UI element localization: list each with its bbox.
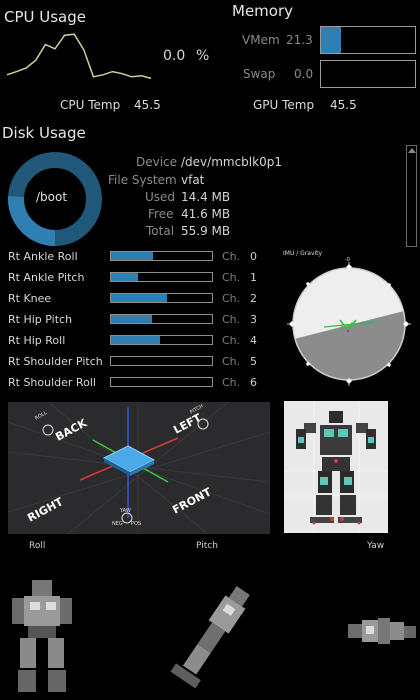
joint-ch-number: 3	[250, 313, 257, 326]
roll-caption: Roll	[29, 541, 46, 551]
joint-name: Rt Ankle Pitch	[8, 271, 85, 284]
roll-marker-label: ROLL	[34, 410, 48, 422]
disk-total-value: 55.9 MB	[181, 224, 231, 238]
imu-gravity-gauge	[287, 262, 411, 386]
disk-device-value: /dev/mmcblk0p1	[181, 155, 282, 169]
yaw-neg-label: NEG	[112, 521, 123, 527]
imu-top-tick: -0	[345, 257, 350, 263]
robot-roll-view	[12, 580, 72, 692]
joint-ch-label: Ch.	[222, 250, 241, 263]
disk-free-label: Free	[148, 207, 174, 221]
direction-back-label: BACK	[53, 416, 89, 443]
joint-ch-label: Ch.	[222, 313, 241, 326]
disk-fs-label: File System	[108, 173, 177, 187]
joint-bar	[110, 293, 213, 303]
disk-title: Disk Usage	[2, 124, 86, 142]
cpu-history-graph	[6, 33, 152, 80]
roll-rotate-icon	[42, 424, 54, 436]
swap-value: 0.0	[294, 67, 314, 81]
joint-bar	[110, 377, 213, 387]
joint-name: Rt Shoulder Roll	[8, 376, 96, 389]
yaw-rotate-icon	[121, 512, 133, 524]
joint-ch-label: Ch.	[222, 334, 241, 347]
joint-name: Rt Hip Roll	[8, 334, 66, 347]
robot-3d-view	[284, 401, 388, 533]
vmem-bar	[320, 26, 416, 54]
vmem-label: VMem	[242, 33, 280, 47]
joint-ch-number: 0	[250, 250, 257, 263]
cpu-temp-label: CPU Temp	[60, 98, 121, 112]
joint-bar-fill	[111, 294, 167, 302]
vmem-bar-fill	[321, 27, 341, 53]
gpu-temp-value: 45.5	[330, 98, 357, 112]
disk-total-label: Total	[146, 224, 175, 238]
joint-bar	[110, 251, 213, 261]
disk-mount: /boot	[36, 190, 68, 204]
joint-ch-number: 5	[250, 355, 257, 368]
joint-ch-number: 4	[250, 334, 257, 347]
cpu-unit: %	[196, 48, 210, 64]
gpu-temp-label: GPU Temp	[253, 98, 315, 112]
swap-label: Swap	[243, 67, 276, 81]
joint-ch-label: Ch.	[222, 271, 241, 284]
robot-yaw-view	[348, 618, 416, 644]
direction-front-label: FRONT	[170, 485, 214, 516]
robot-pitch-view	[170, 586, 250, 689]
vmem-value: 21.3	[286, 33, 313, 47]
joint-name: Rt Shoulder Pitch	[8, 355, 103, 368]
disk-fs-value: vfat	[181, 173, 205, 187]
joint-ch-number: 2	[250, 292, 257, 305]
scroll-up-icon[interactable]	[408, 148, 416, 153]
joint-bar	[110, 314, 213, 324]
disk-free-value: 41.6 MB	[181, 207, 231, 221]
joint-bar-fill	[111, 336, 161, 344]
joint-bar-fill	[111, 315, 153, 323]
yaw-pos-label: POS	[131, 521, 141, 527]
robot-icon	[296, 411, 376, 525]
disk-device-label: Device	[136, 155, 178, 169]
cpu-title: CPU Usage	[4, 8, 87, 26]
disk-used-value: 14.4 MB	[181, 190, 231, 204]
joint-ch-label: Ch.	[222, 376, 241, 389]
joint-ch-number: 6	[250, 376, 257, 389]
joint-bar	[110, 272, 213, 282]
direction-right-label: RIGHT	[25, 495, 65, 525]
memory-title: Memory	[232, 2, 294, 20]
joint-ch-number: 1	[250, 271, 257, 284]
joint-ch-label: Ch.	[222, 292, 241, 305]
disk-scrollbar[interactable]	[406, 145, 417, 247]
joint-name: Rt Ankle Roll	[8, 250, 78, 263]
joint-name: Rt Knee	[8, 292, 52, 305]
joint-bar-fill	[111, 252, 154, 260]
cpu-value: 0.0	[163, 48, 186, 64]
joint-bar	[110, 335, 213, 345]
swap-bar	[320, 60, 416, 88]
cpu-temp-value: 45.5	[134, 98, 161, 112]
yaw-caption: Yaw	[367, 541, 385, 551]
direction-left-label: LEFT	[171, 411, 204, 437]
joint-bar-fill	[111, 273, 139, 281]
joint-bar	[110, 356, 213, 366]
pitch-caption: Pitch	[196, 541, 218, 551]
joint-name: Rt Hip Pitch	[8, 313, 73, 326]
orientation-diagram: BACK LEFT RIGHT FRONT ROLL PITCH YAW NEG…	[8, 402, 270, 534]
joint-ch-label: Ch.	[222, 355, 241, 368]
disk-used-label: Used	[145, 190, 176, 204]
